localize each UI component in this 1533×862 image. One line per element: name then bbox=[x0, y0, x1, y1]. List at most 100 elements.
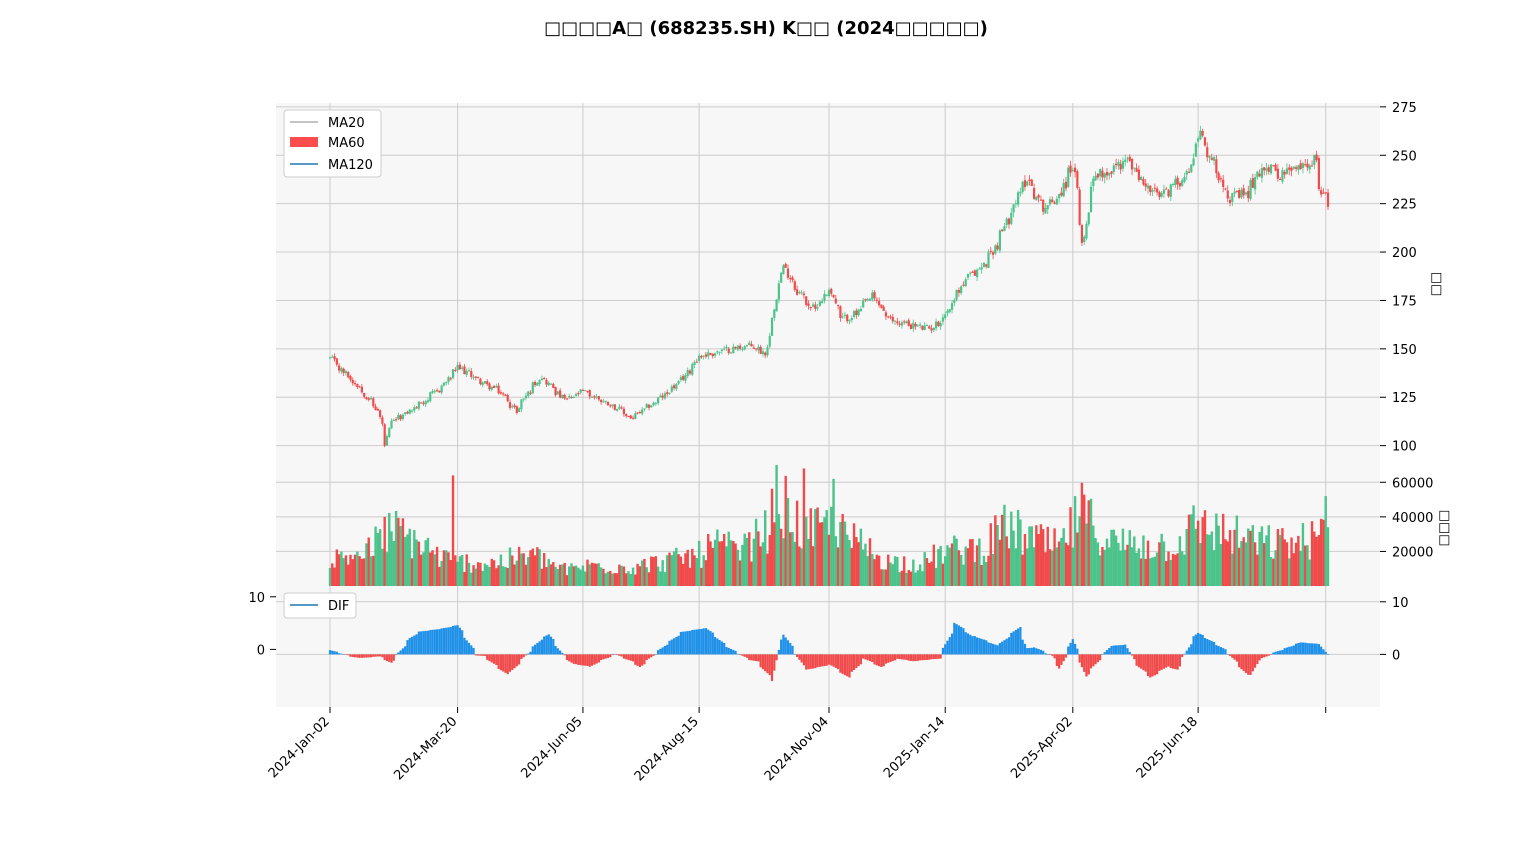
macd-histogram-bar bbox=[716, 638, 719, 655]
macd-histogram-bar bbox=[536, 643, 539, 655]
macd-histogram-bar bbox=[1292, 645, 1295, 655]
candle-body bbox=[932, 327, 935, 331]
volume-bar bbox=[392, 541, 395, 586]
volume-bar bbox=[604, 573, 607, 586]
volume-bar bbox=[1244, 542, 1248, 586]
macd-histogram-bar bbox=[429, 630, 432, 655]
volume-bar bbox=[1144, 558, 1147, 586]
volume-bar bbox=[442, 550, 446, 586]
macd-histogram-bar bbox=[1130, 654, 1134, 656]
volume-bar bbox=[1041, 529, 1045, 586]
candle-body bbox=[734, 347, 737, 349]
macd-histogram-bar bbox=[1001, 641, 1004, 655]
macd-histogram-bar bbox=[1117, 645, 1120, 655]
macd-histogram-bar bbox=[1103, 652, 1106, 655]
volume-bar bbox=[757, 531, 760, 586]
volume-bar bbox=[928, 563, 931, 586]
volume-bar bbox=[413, 530, 416, 586]
candle-body bbox=[889, 316, 892, 318]
volume-bar bbox=[795, 500, 799, 586]
volume-bar bbox=[447, 552, 450, 586]
candle-body bbox=[1007, 218, 1011, 225]
volume-bar bbox=[944, 556, 947, 586]
candle-body bbox=[392, 419, 395, 421]
volume-bar bbox=[563, 562, 566, 586]
volume-bar bbox=[647, 572, 651, 586]
volume-bar bbox=[1105, 538, 1109, 586]
candle-body bbox=[709, 353, 712, 355]
candle-body bbox=[1153, 187, 1156, 189]
volume-bar bbox=[1183, 554, 1186, 586]
macd-histogram-bar bbox=[841, 654, 844, 674]
volume-bar bbox=[1319, 518, 1323, 586]
candle-body bbox=[577, 393, 580, 395]
macd-histogram-bar bbox=[868, 654, 872, 662]
candle-body bbox=[356, 383, 359, 387]
macd-histogram-bar bbox=[420, 631, 423, 655]
candle-body bbox=[691, 364, 694, 375]
candle-body bbox=[1258, 173, 1261, 177]
volume-bar bbox=[1240, 541, 1243, 586]
macd-histogram-bar bbox=[909, 654, 913, 661]
candle-body bbox=[741, 348, 744, 350]
macd-histogram-bar bbox=[1055, 654, 1058, 667]
volume-bar bbox=[625, 573, 628, 586]
volume-bar bbox=[1192, 505, 1195, 586]
candle-body bbox=[1169, 184, 1172, 197]
volume-bar bbox=[1215, 513, 1218, 586]
candle-body bbox=[426, 400, 430, 403]
macd-histogram-bar bbox=[663, 645, 667, 655]
candle-body bbox=[1263, 167, 1266, 171]
macd-histogram-bar bbox=[1048, 654, 1052, 655]
candle-body bbox=[540, 378, 544, 381]
macd-histogram-bar bbox=[1019, 627, 1022, 655]
volume-bar bbox=[1071, 547, 1075, 586]
macd-histogram-bar bbox=[1165, 654, 1168, 668]
volume-bar bbox=[438, 566, 441, 586]
candle-body bbox=[641, 409, 644, 414]
volume-bar bbox=[1251, 525, 1255, 586]
volume-bar bbox=[458, 556, 462, 586]
volume-bar bbox=[1048, 549, 1052, 586]
macd-histogram-bar bbox=[502, 654, 505, 672]
candle-body bbox=[1201, 130, 1204, 136]
volume-bar bbox=[909, 571, 913, 586]
macd-histogram-bar bbox=[953, 622, 956, 655]
volume-bar bbox=[782, 538, 785, 586]
macd-histogram-bar bbox=[734, 650, 737, 655]
macd-histogram-bar bbox=[543, 636, 546, 655]
volume-bar bbox=[1030, 526, 1033, 586]
volume-bar bbox=[923, 552, 926, 586]
volume-bar bbox=[577, 567, 580, 586]
macd-histogram-bar bbox=[1071, 639, 1074, 655]
volume-bar bbox=[985, 562, 988, 586]
candle-body bbox=[1108, 172, 1111, 176]
macd-histogram-bar bbox=[1046, 654, 1049, 655]
volume-bar bbox=[816, 507, 819, 586]
macd-histogram-bar bbox=[720, 641, 724, 655]
macd-histogram-bar bbox=[764, 654, 767, 672]
volume-bar bbox=[793, 541, 797, 586]
macd-histogram-bar bbox=[401, 648, 405, 655]
volume-bar bbox=[1051, 550, 1054, 586]
macd-histogram-bar bbox=[531, 646, 534, 655]
candle-body bbox=[777, 283, 780, 300]
volume-bar bbox=[1249, 530, 1252, 586]
volume-bar bbox=[893, 556, 897, 586]
volume-bar bbox=[802, 468, 806, 586]
macd-histogram-bar bbox=[957, 625, 960, 655]
macd-histogram-bar bbox=[976, 637, 979, 655]
volume-bar bbox=[1206, 534, 1209, 586]
macd-histogram-bar bbox=[381, 654, 384, 658]
volume-bar bbox=[1110, 529, 1113, 586]
candle-body bbox=[363, 393, 366, 397]
macd-histogram-bar bbox=[791, 645, 794, 655]
candle-body bbox=[1181, 180, 1184, 186]
macd-histogram-bar bbox=[864, 654, 867, 660]
candle-body bbox=[1310, 165, 1314, 167]
candle-body bbox=[875, 299, 878, 301]
macd-histogram-bar bbox=[344, 654, 348, 655]
candle-body bbox=[1228, 199, 1232, 203]
volume-bar bbox=[732, 540, 735, 586]
candle-body bbox=[584, 390, 587, 392]
